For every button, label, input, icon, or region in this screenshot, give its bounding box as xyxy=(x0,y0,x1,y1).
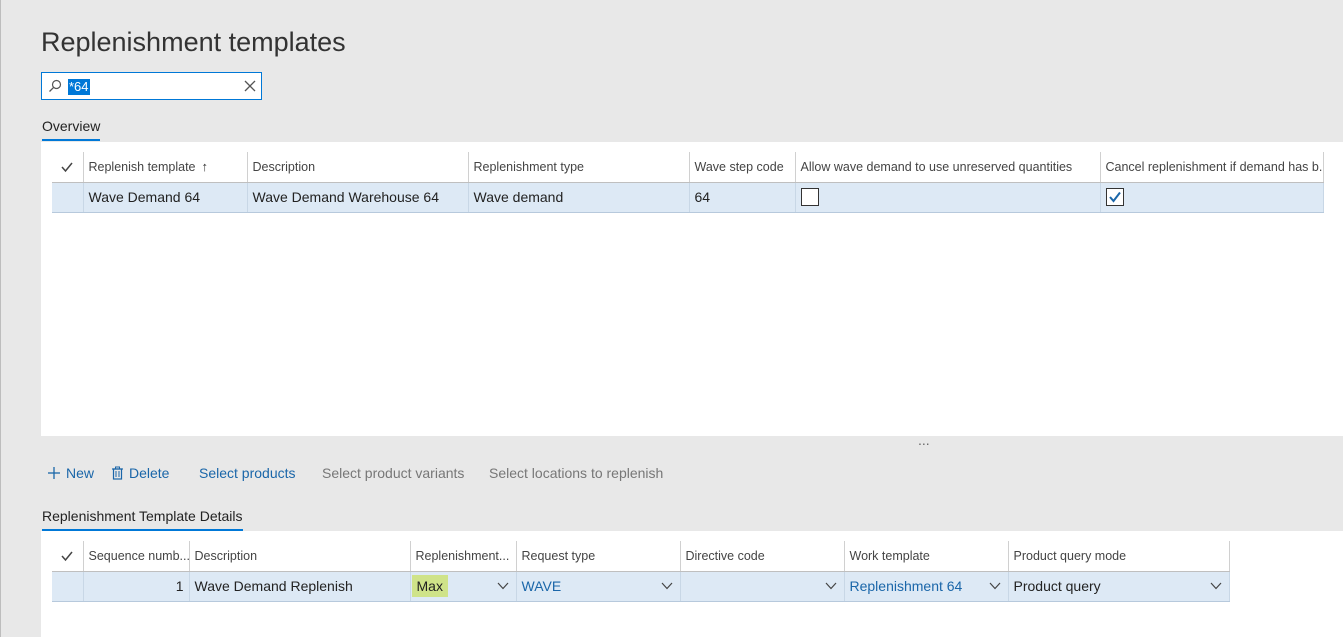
cell-sequence-number[interactable]: 1 xyxy=(83,571,190,602)
chevron-down-icon xyxy=(497,582,508,590)
chevron-down-icon xyxy=(989,582,1000,590)
column-header-replenishment-type[interactable]: Replenishment type xyxy=(468,152,690,183)
directive-code-dropdown[interactable] xyxy=(680,571,845,602)
cell-allow-unreserved xyxy=(795,182,1101,213)
chevron-down-icon xyxy=(1210,582,1221,590)
sort-ascending-icon: ↑ xyxy=(201,159,209,175)
column-header-work-template[interactable]: Work template xyxy=(844,541,1009,572)
work-template-value: Replenishment 64 xyxy=(849,578,963,594)
product-query-mode-dropdown[interactable]: Product query xyxy=(1008,571,1230,602)
replenishment-value: Max xyxy=(411,575,448,597)
details-grid: Sequence numb... Description Replenishme… xyxy=(52,541,1230,602)
select-all-checkmark[interactable] xyxy=(52,152,84,183)
trash-icon xyxy=(112,466,123,480)
search-icon xyxy=(49,79,62,92)
cell-description[interactable]: Wave Demand Warehouse 64 xyxy=(247,182,469,213)
tab-overview[interactable]: Overview xyxy=(42,118,101,141)
select-product-variants-button[interactable]: Select product variants xyxy=(322,465,464,481)
cell-description[interactable]: Wave Demand Replenish xyxy=(189,571,411,602)
table-row[interactable]: 1 Wave Demand Replenish Max WAVE Repleni… xyxy=(52,571,1230,602)
column-header-replenishment[interactable]: Replenishment... xyxy=(410,541,517,572)
column-header-allow-unreserved[interactable]: Allow wave demand to use unreserved quan… xyxy=(795,152,1101,183)
plus-icon xyxy=(48,467,60,479)
tab-replenishment-template-details[interactable]: Replenishment Template Details xyxy=(42,508,243,531)
cell-replenishment-type[interactable]: Wave demand xyxy=(468,182,690,213)
column-header-cancel-replenishment[interactable]: Cancel replenishment if demand has b... xyxy=(1100,152,1324,183)
column-header-directive-code[interactable]: Directive code xyxy=(680,541,845,572)
row-selector[interactable] xyxy=(52,182,84,213)
row-selector[interactable] xyxy=(52,571,84,602)
column-header-description[interactable]: Description xyxy=(247,152,469,183)
close-icon[interactable] xyxy=(243,79,257,93)
checkmark-icon xyxy=(1108,192,1121,203)
column-header-replenish-template[interactable]: Replenish template ↑ xyxy=(83,152,248,183)
checkmark-icon xyxy=(61,551,73,562)
new-button[interactable]: New xyxy=(47,465,94,481)
cancel-replenishment-checkbox[interactable] xyxy=(1105,188,1124,207)
chevron-down-icon xyxy=(825,582,836,590)
column-header-sequence-number[interactable]: Sequence numb... xyxy=(83,541,190,572)
column-header-description[interactable]: Description xyxy=(189,541,411,572)
product-query-mode-value: Product query xyxy=(1013,578,1101,594)
filter-value[interactable]: *64 xyxy=(68,79,90,95)
page-title: Replenishment templates xyxy=(41,27,346,57)
select-all-checkmark[interactable] xyxy=(52,541,84,572)
column-header-product-query-mode[interactable]: Product query mode xyxy=(1008,541,1230,572)
details-panel: Sequence numb... Description Replenishme… xyxy=(41,531,1343,637)
filter-input[interactable]: *64 xyxy=(41,72,262,100)
cell-cancel-replenishment xyxy=(1100,182,1324,213)
allow-unreserved-checkbox[interactable] xyxy=(800,188,819,207)
cell-wave-step-code[interactable]: 64 xyxy=(689,182,796,213)
table-row[interactable]: Wave Demand 64 Wave Demand Warehouse 64 … xyxy=(52,182,1324,213)
work-template-dropdown[interactable]: Replenishment 64 xyxy=(844,571,1009,602)
request-type-dropdown[interactable]: WAVE xyxy=(516,571,681,602)
chevron-down-icon xyxy=(661,582,672,590)
request-type-value: WAVE xyxy=(521,578,562,594)
cell-replenish-template[interactable]: Wave Demand 64 xyxy=(83,182,248,213)
overview-panel: Replenish template ↑ Description Replenis… xyxy=(41,142,1343,436)
column-header-wave-step-code[interactable]: Wave step code xyxy=(689,152,796,183)
replenishment-dropdown[interactable]: Max xyxy=(410,571,517,602)
overview-grid: Replenish template ↑ Description Replenis… xyxy=(52,152,1324,213)
column-header-request-type[interactable]: Request type xyxy=(516,541,681,572)
delete-button[interactable]: Delete xyxy=(111,465,169,481)
checkmark-icon xyxy=(61,162,73,173)
select-products-button[interactable]: Select products xyxy=(199,465,296,481)
splitter-handle[interactable]: ... xyxy=(918,432,930,448)
select-locations-button[interactable]: Select locations to replenish xyxy=(489,465,663,481)
